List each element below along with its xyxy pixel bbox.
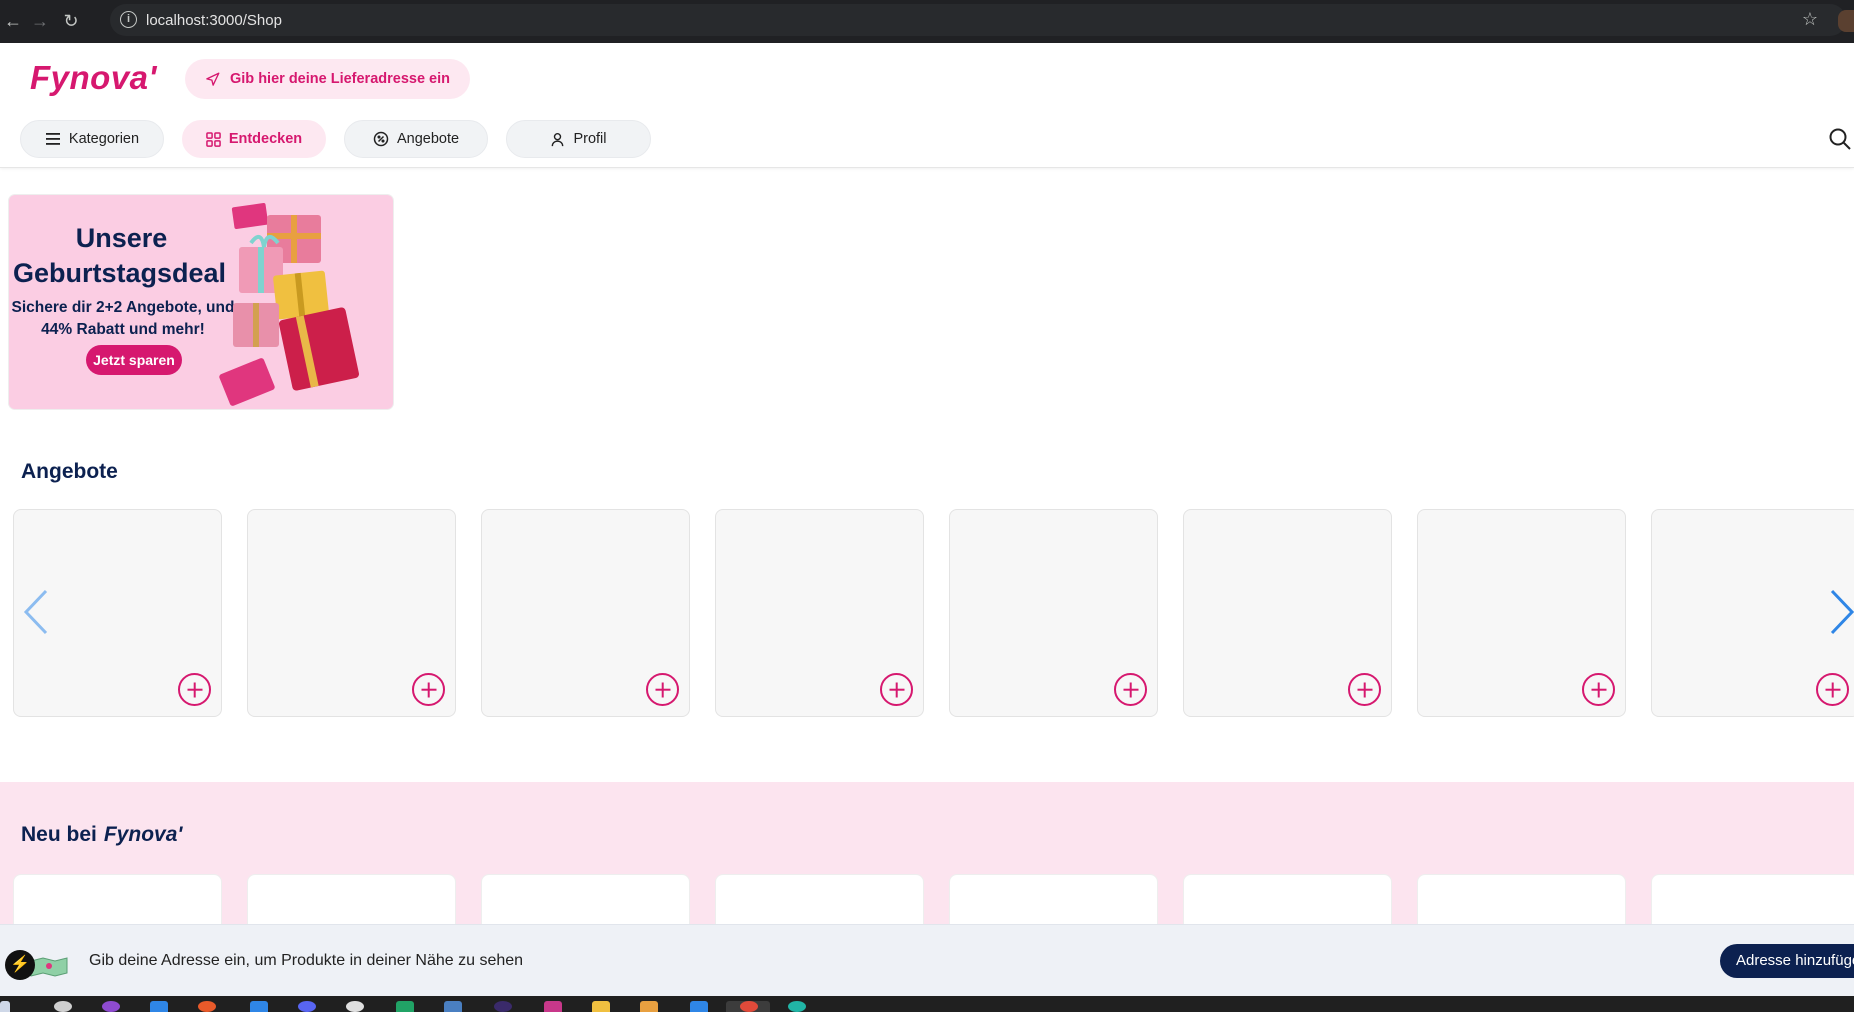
search-icon[interactable] xyxy=(1828,127,1852,151)
product-card[interactable] xyxy=(1651,509,1854,717)
chrome-icon[interactable] xyxy=(740,1001,758,1012)
product-card[interactable] xyxy=(1417,509,1626,717)
grid-icon xyxy=(206,131,221,147)
section-title-new-prefix: Neu bei xyxy=(21,823,97,846)
app-icon[interactable] xyxy=(150,1001,168,1012)
banner-subtitle: Sichere dir 2+2 Angebote, und 44% Rabatt… xyxy=(9,297,237,341)
section-title-new: Neu bei Fynova' xyxy=(21,823,182,847)
product-card[interactable] xyxy=(1183,509,1392,717)
discount-icon xyxy=(373,131,389,147)
add-to-cart-icon[interactable] xyxy=(178,673,211,706)
banner-subtitle-line2: 44% Rabatt und mehr! xyxy=(41,321,205,338)
app-icon[interactable] xyxy=(102,1001,120,1012)
banner-title-line2: Geburtstagsdeal xyxy=(13,258,227,288)
banner-subtitle-line1: Sichere dir 2+2 Angebote, und xyxy=(11,299,235,316)
url-text[interactable]: localhost:3000/Shop xyxy=(146,12,282,29)
navigation-arrow-icon xyxy=(206,72,220,86)
app-icon[interactable] xyxy=(396,1001,414,1012)
delivery-address-label: Gib hier deine Lieferadresse ein xyxy=(230,71,450,87)
add-address-button[interactable]: Adresse hinzufügen xyxy=(1720,944,1854,978)
add-to-cart-icon[interactable] xyxy=(1114,673,1147,706)
profile-avatar[interactable] xyxy=(1838,10,1854,32)
app-icon[interactable] xyxy=(544,1001,562,1012)
product-card[interactable] xyxy=(481,509,690,717)
carousel-prev-icon[interactable] xyxy=(22,587,52,637)
search-taskbar-icon[interactable] xyxy=(54,1001,72,1012)
site-info-icon[interactable]: i xyxy=(120,11,137,28)
menu-icon xyxy=(45,133,60,145)
nav-profil[interactable]: Profil xyxy=(506,120,651,158)
nav-label: Kategorien xyxy=(68,131,140,147)
nav-label: Entdecken xyxy=(228,131,303,147)
folder-icon[interactable] xyxy=(592,1001,610,1012)
carousel-next-icon[interactable] xyxy=(1826,587,1854,637)
app-icon[interactable] xyxy=(690,1001,708,1012)
reload-icon[interactable]: ↻ xyxy=(58,8,84,34)
app-icon[interactable] xyxy=(788,1001,806,1012)
nav-entdecken[interactable]: Entdecken xyxy=(182,120,326,158)
section-title-offers: Angebote xyxy=(21,460,118,483)
add-to-cart-icon[interactable] xyxy=(412,673,445,706)
banner-title-line1: Unsere xyxy=(75,223,168,253)
product-card[interactable] xyxy=(247,509,456,717)
nav-kategorien[interactable]: Kategorien xyxy=(20,120,164,158)
nav-label: Profil xyxy=(573,131,607,147)
app-icon[interactable] xyxy=(494,1001,512,1012)
offers-carousel xyxy=(13,509,1854,717)
app-icon[interactable] xyxy=(444,1001,462,1012)
start-icon[interactable] xyxy=(0,1001,10,1012)
map-icon xyxy=(30,957,68,977)
app-icon[interactable] xyxy=(198,1001,216,1012)
promo-banner[interactable]: Unsere Geburtstagsdeal Sichere dir 2+2 A… xyxy=(9,195,393,409)
app-icon[interactable] xyxy=(298,1001,316,1012)
delivery-address-button[interactable]: Gib hier deine Lieferadresse ein xyxy=(185,59,470,99)
user-icon xyxy=(552,132,564,146)
browser-toolbar: ← → ↻ i localhost:3000/Shop ☆ xyxy=(0,0,1854,43)
back-icon[interactable]: ← xyxy=(0,8,26,34)
add-to-cart-icon[interactable] xyxy=(1582,673,1615,706)
app-icon[interactable] xyxy=(346,1001,364,1012)
banner-cta-button[interactable]: Jetzt sparen xyxy=(86,345,182,375)
product-card[interactable] xyxy=(949,509,1158,717)
site-logo[interactable]: Fynova' xyxy=(30,59,157,97)
forward-icon[interactable]: → xyxy=(27,8,53,34)
address-bar[interactable]: i localhost:3000/Shop ☆ xyxy=(110,4,1846,36)
gift-boxes-illustration xyxy=(219,202,359,406)
address-prompt-text: Gib deine Adresse ein, um Produkte in de… xyxy=(89,952,524,969)
add-to-cart-icon[interactable] xyxy=(880,673,913,706)
address-prompt-bar: ⚡ Gib deine Adresse ein, um Produkte in … xyxy=(0,924,1854,996)
add-to-cart-icon[interactable] xyxy=(1348,673,1381,706)
page: ← → ↻ i localhost:3000/Shop ☆ Fynova' Gi… xyxy=(0,0,1854,1012)
site-header: Fynova' Gib hier deine Lieferadresse ein… xyxy=(0,43,1854,168)
app-icon[interactable] xyxy=(640,1001,658,1012)
add-to-cart-icon[interactable] xyxy=(1816,673,1849,706)
nav-label: Angebote xyxy=(396,131,460,147)
bolt-icon[interactable]: ⚡ xyxy=(5,950,35,980)
main-nav: Kategorien Entdecken Angebote Profil xyxy=(20,120,651,158)
section-title-new-brand: Fynova' xyxy=(103,823,183,846)
nav-angebote[interactable]: Angebote xyxy=(344,120,488,158)
os-taskbar xyxy=(0,996,1854,1012)
bookmark-star-icon[interactable]: ☆ xyxy=(1802,9,1818,30)
app-icon[interactable] xyxy=(250,1001,268,1012)
add-to-cart-icon[interactable] xyxy=(646,673,679,706)
product-card[interactable] xyxy=(715,509,924,717)
